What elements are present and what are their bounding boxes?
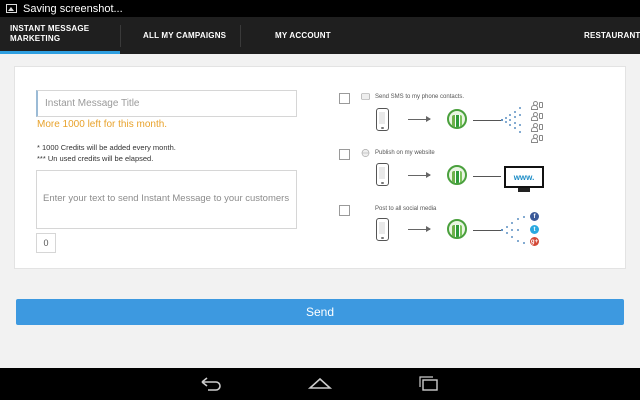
char-counter: 0: [36, 233, 56, 253]
tab-label: ALL MY CAMPAIGNS: [143, 31, 227, 40]
mobile-device-icon: [539, 135, 543, 141]
globe-icon: [361, 149, 370, 157]
website-checkbox[interactable]: [339, 149, 350, 160]
broadcast-icon: [501, 107, 521, 133]
facebook-icon: f: [530, 212, 539, 221]
twitter-icon: t: [530, 225, 539, 234]
credits-note: * 1000 Credits will be added every month…: [37, 143, 176, 152]
contact-icon: [531, 123, 538, 132]
contact-icon: [531, 101, 538, 110]
mobile-device-icon: [539, 113, 543, 119]
status-text: Saving screenshot...: [23, 2, 123, 15]
brand-logo-icon: [447, 109, 467, 129]
status-bar: Saving screenshot...: [0, 0, 640, 17]
tab-my-account[interactable]: MY ACCOUNT: [275, 17, 331, 54]
tab-instant-message-marketing[interactable]: INSTANT MESSAGE MARKETING: [0, 17, 120, 54]
recent-apps-icon[interactable]: [416, 374, 442, 394]
tab-all-my-campaigns[interactable]: ALL MY CAMPAIGNS: [143, 17, 226, 54]
social-checkbox[interactable]: [339, 205, 350, 216]
social-option-label: Post to all social media: [375, 206, 437, 212]
system-navigation-bar: [0, 368, 640, 400]
message-textarea[interactable]: [36, 170, 297, 229]
website-text: www.: [513, 172, 535, 182]
nav-divider: [240, 25, 241, 47]
arrow-icon: [408, 116, 431, 122]
send-button[interactable]: Send: [16, 299, 624, 325]
phone-icon: [376, 108, 389, 131]
connector-line: [473, 176, 501, 177]
contact-icon: [531, 112, 538, 121]
image-icon: [6, 4, 17, 13]
sms-option-label: Send SMS to my phone contacts.: [375, 94, 465, 100]
connector-line: [473, 230, 501, 231]
tab-label: MY ACCOUNT: [275, 31, 331, 40]
broadcast-icon: [501, 216, 525, 244]
arrow-icon: [408, 172, 431, 178]
google-plus-icon: g+: [530, 237, 539, 246]
brand-logo-icon: [447, 165, 467, 185]
top-navigation: INSTANT MESSAGE MARKETING ALL MY CAMPAIG…: [0, 17, 640, 54]
nav-divider: [120, 25, 121, 47]
credits-left-text: More 1000 left for this month.: [37, 119, 168, 130]
connector-line: [473, 120, 501, 121]
monitor-stand: [518, 188, 530, 192]
sms-icon: [361, 93, 370, 100]
arrow-icon: [408, 226, 431, 232]
tab-label: INSTANT MESSAGE MARKETING: [10, 24, 90, 43]
sms-checkbox[interactable]: [339, 93, 350, 104]
mobile-device-icon: [539, 102, 543, 108]
website-option-label: Publish on my website: [375, 150, 435, 156]
elapsed-note: *** Un used credits will be elapsed.: [37, 154, 154, 163]
message-title-input[interactable]: [36, 90, 297, 117]
restaurant-label: RESTAURANT: [584, 31, 640, 40]
phone-icon: [376, 163, 389, 186]
phone-icon: [376, 218, 389, 241]
contact-icon: [531, 134, 538, 143]
back-icon[interactable]: [198, 374, 224, 394]
mobile-device-icon: [539, 124, 543, 130]
brand-logo-icon: [447, 219, 467, 239]
website-monitor-icon: www.: [504, 166, 544, 188]
restaurant-menu[interactable]: RESTAURANT: [584, 17, 640, 54]
home-icon[interactable]: [307, 374, 333, 394]
